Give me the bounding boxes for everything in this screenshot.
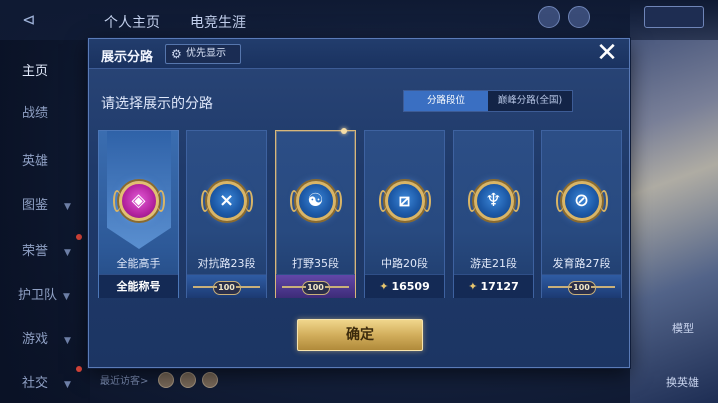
close-icon: ✕ bbox=[596, 38, 618, 68]
clash-lane-badge-icon: ⨯ bbox=[200, 181, 253, 221]
sidebar-item-home[interactable]: 主页 bbox=[22, 60, 48, 79]
footer-wing bbox=[548, 286, 572, 288]
sidebar-item-label: 图鉴 bbox=[22, 198, 49, 213]
card-footer: 100 bbox=[276, 274, 355, 298]
lane-card-mid[interactable]: ⧄ 中路20段 ✦ 16509 bbox=[364, 130, 445, 298]
top-right-button[interactable] bbox=[644, 6, 704, 28]
visitor-avatar[interactable] bbox=[180, 372, 196, 388]
card-label: 发育路27段 bbox=[552, 257, 611, 270]
card-label: 全能高手 bbox=[116, 257, 161, 270]
card-footer: 全能称号 bbox=[99, 274, 178, 298]
chevron-down-icon: ▼ bbox=[64, 202, 71, 212]
sidebar-item-records[interactable]: 战绩 bbox=[22, 102, 48, 121]
back-icon[interactable]: ⊲ bbox=[22, 12, 58, 28]
lane-card-roam[interactable]: ♆ 游走21段 ✦ 17127 bbox=[453, 130, 534, 298]
card-label: 中路20段 bbox=[381, 257, 428, 270]
selected-indicator bbox=[341, 128, 347, 134]
top-right-area bbox=[538, 4, 718, 34]
sidebar-item-game[interactable]: 游戏 ▼ bbox=[22, 328, 71, 347]
lane-mode-toggle: 分路段位 巅峰分路(全国) bbox=[403, 90, 573, 112]
footer-wing bbox=[236, 286, 260, 288]
dialog-title: 展示分路 bbox=[101, 50, 154, 65]
mid-lane-badge-icon: ⧄ bbox=[378, 181, 431, 221]
close-button[interactable]: ✕ bbox=[594, 38, 620, 68]
tab-profile[interactable]: 个人主页 bbox=[104, 12, 160, 32]
lane-card-jungle[interactable]: ☯ 打野35段 100 bbox=[275, 128, 356, 298]
new-badge-dot bbox=[76, 234, 82, 240]
sidebar-item-heroes[interactable]: 英雄 bbox=[22, 150, 48, 169]
chevron-down-icon: ▼ bbox=[64, 336, 71, 346]
chevron-down-icon: ▼ bbox=[64, 248, 71, 258]
sidebar-item-label: 护卫队 bbox=[18, 288, 58, 303]
lane-card-farm[interactable]: ⊘ 发育路27段 100 bbox=[541, 130, 622, 298]
card-footer: ✦ 17127 bbox=[454, 274, 533, 298]
model-button[interactable]: 模型 bbox=[672, 320, 694, 336]
points-value: 17127 bbox=[480, 280, 519, 293]
confirm-button[interactable]: 确定 bbox=[297, 319, 423, 351]
card-footer: ✦ 16509 bbox=[365, 274, 444, 298]
instruction-text: 请选择展示的分路 bbox=[101, 96, 213, 112]
visitor-avatar[interactable] bbox=[202, 372, 218, 388]
card-footer: 100 bbox=[542, 274, 621, 298]
tier-badge: 100 bbox=[567, 281, 596, 295]
display-lane-dialog: 展示分路 ⚙ 优先显示 ✕ 请选择展示的分路 分路段位 巅峰分路(全国) ◈ 全… bbox=[88, 38, 630, 368]
tab-esports[interactable]: 电竞生涯 bbox=[190, 12, 246, 32]
sidebar-item-label: 战绩 bbox=[22, 106, 49, 121]
lane-card-clash[interactable]: ⨯ 对抗路23段 100 bbox=[186, 130, 267, 298]
sidebar-item-guard[interactable]: 护卫队 ▼ bbox=[18, 284, 70, 303]
sidebar bbox=[0, 40, 90, 403]
priority-display-button[interactable]: ⚙ 优先显示 bbox=[165, 44, 241, 64]
points-icon: ✦ bbox=[379, 280, 389, 293]
footer-wing bbox=[325, 286, 349, 288]
notification-icon[interactable] bbox=[538, 6, 560, 28]
all-round-badge-icon: ◈ bbox=[112, 181, 165, 221]
tier-badge: 100 bbox=[212, 281, 241, 295]
sidebar-item-social[interactable]: 社交 ▼ bbox=[22, 372, 71, 391]
gear-icon: ⚙ bbox=[171, 47, 182, 61]
change-hero-button[interactable]: 换英雄 bbox=[666, 374, 699, 390]
new-badge-dot bbox=[76, 366, 82, 372]
card-label: 对抗路23段 bbox=[197, 257, 256, 270]
footer-wing bbox=[591, 286, 615, 288]
tier-badge: 100 bbox=[301, 281, 330, 295]
footer-wing bbox=[193, 286, 217, 288]
dialog-header: 展示分路 ⚙ 优先显示 ✕ bbox=[89, 39, 629, 69]
jungle-badge-icon: ☯ bbox=[289, 181, 342, 221]
farm-lane-badge-icon: ⊘ bbox=[555, 181, 608, 221]
roam-badge-icon: ♆ bbox=[467, 181, 520, 221]
sidebar-item-label: 英雄 bbox=[22, 154, 49, 169]
toggle-peak-lane[interactable]: 巅峰分路(全国) bbox=[488, 91, 572, 111]
priority-display-label: 优先显示 bbox=[186, 48, 226, 59]
recent-visitors-label[interactable]: 最近访客> bbox=[100, 372, 148, 387]
points-icon: ✦ bbox=[468, 280, 478, 293]
points-value: 16509 bbox=[391, 280, 430, 293]
hero-artwork bbox=[630, 0, 718, 403]
toggle-lane-rank[interactable]: 分路段位 bbox=[404, 91, 488, 111]
sidebar-item-label: 荣誉 bbox=[22, 244, 49, 259]
avatar[interactable] bbox=[568, 6, 590, 28]
sidebar-item-label: 游戏 bbox=[22, 332, 49, 347]
card-label: 游走21段 bbox=[470, 257, 517, 270]
footer-wing bbox=[282, 286, 306, 288]
lane-card-all-round[interactable]: ◈ 全能高手 全能称号 bbox=[98, 130, 179, 298]
sidebar-item-label: 主页 bbox=[22, 64, 49, 79]
chevron-down-icon: ▼ bbox=[63, 292, 70, 302]
chevron-down-icon: ▼ bbox=[64, 380, 71, 390]
sidebar-item-label: 社交 bbox=[22, 376, 49, 391]
sidebar-item-codex[interactable]: 图鉴 ▼ bbox=[22, 194, 71, 213]
card-footer: 100 bbox=[187, 274, 266, 298]
sidebar-item-honor[interactable]: 荣誉 ▼ bbox=[22, 240, 71, 259]
card-label: 打野35段 bbox=[292, 257, 339, 270]
visitor-avatar[interactable] bbox=[158, 372, 174, 388]
